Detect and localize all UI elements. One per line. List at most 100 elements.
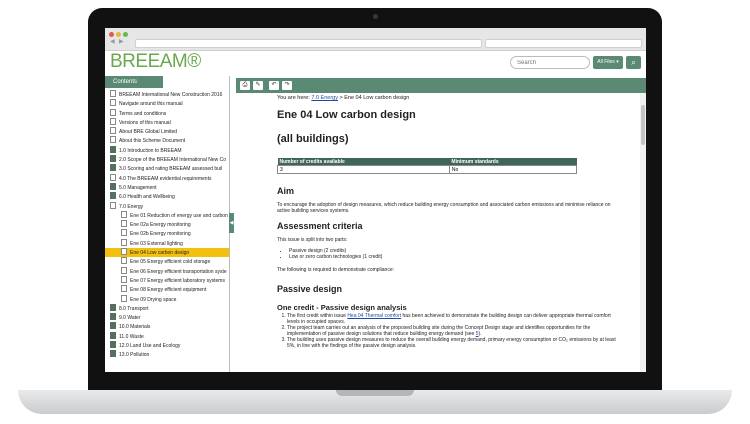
book-icon [110, 303, 116, 311]
hea04-link[interactable]: Hea 04 Thermal comfort [347, 313, 401, 319]
tools-icon[interactable]: ✎ [253, 81, 263, 90]
sidebar-item-label: 11.0 Waste [119, 333, 144, 340]
aim-heading: Aim [277, 186, 295, 196]
page-icon [110, 90, 116, 97]
sidebar-item-label: 9.0 Water [119, 315, 141, 322]
sidebar-item[interactable]: Ene 02b Energy monitoring [105, 229, 229, 238]
sidebar-item[interactable]: Ene 07 Energy efficient laboratory syste… [105, 275, 229, 285]
sidebar-item[interactable]: 1.0 Introduction to BREEAM [105, 145, 229, 155]
table-header: Minimum standards [449, 158, 577, 166]
sidebar-item[interactable]: 4.0 The BREEAM evidential requirements [105, 173, 229, 183]
minimize-window-icon[interactable] [116, 32, 121, 37]
sidebar: Contents BREEAM International New Constr… [105, 76, 230, 372]
list-item: The project team carries out an analysis… [287, 325, 617, 337]
sidebar-item[interactable]: Ene 06 Energy efficient transportation s… [105, 266, 229, 276]
sidebar-item[interactable]: Navigate around this manual [105, 99, 229, 108]
camera-icon [373, 14, 378, 19]
collapse-sidebar-icon[interactable]: ◀ [229, 213, 234, 233]
address-bar[interactable] [135, 39, 482, 48]
sidebar-item-label: Navigate around this manual [119, 101, 183, 108]
sidebar-item[interactable]: About BRE Global Limited [105, 127, 229, 136]
sidebar-item[interactable]: About this Scheme Document [105, 136, 229, 145]
document-content: You are here: 7.0 Energy > Ene 04 Low ca… [236, 93, 640, 372]
sidebar-item-label: Ene 06 Energy efficient transportation s… [130, 268, 227, 275]
forward-icon[interactable]: ↷ [282, 81, 292, 90]
browser-bar: ◀ ▶ [105, 28, 646, 51]
sidebar-item-label: 8.0 Transport [119, 305, 149, 312]
assessment-follow: The following is required to demonstrate… [277, 267, 395, 273]
sidebar-item-label: Ene 02b Energy monitoring [130, 231, 191, 238]
assessment-list: Passive design (2 credits) Low or zero c… [277, 248, 382, 260]
sidebar-item[interactable]: 8.0 Transport [105, 303, 229, 313]
sidebar-item[interactable]: Ene 04 Low carbon design [105, 248, 229, 258]
sidebar-item[interactable]: Ene 01 Reduction of energy use and carbo… [105, 210, 229, 220]
sidebar-item[interactable]: Ene 03 External lighting [105, 238, 229, 248]
page-icon [110, 201, 116, 209]
breadcrumb-link[interactable]: 7.0 Energy [311, 95, 338, 101]
sidebar-item[interactable]: Ene 05 Energy efficient cold storage [105, 257, 229, 266]
page-icon [121, 257, 127, 265]
sidebar-item-label: 6.0 Health and Wellbeing [119, 194, 175, 201]
book-icon [110, 164, 116, 172]
sidebar-item[interactable]: Ene 02a Energy monitoring [105, 220, 229, 229]
contents-tab[interactable]: Contents [105, 76, 163, 88]
page-icon [121, 294, 127, 302]
sidebar-item[interactable]: 11.0 Waste [105, 331, 229, 341]
book-icon [110, 350, 116, 358]
page-icon [110, 108, 116, 116]
all-files-dropdown[interactable]: All Files ▾ [593, 56, 623, 69]
print-icon[interactable]: ⎙ [240, 81, 250, 90]
sidebar-item-label: Ene 09 Drying space [130, 296, 177, 303]
page-icon [121, 238, 127, 246]
page-icon [110, 127, 116, 135]
sidebar-item[interactable]: 5.0 Management [105, 182, 229, 192]
search-input[interactable] [510, 56, 590, 69]
page-icon [121, 266, 127, 274]
assessment-intro: This issue is split into two parts: [277, 237, 348, 243]
sidebar-item-label: 4.0 The BREEAM evidential requirements [119, 175, 212, 182]
sidebar-item-label: Ene 05 Energy efficient cold storage [130, 259, 211, 266]
sidebar-item[interactable]: Ene 09 Drying space [105, 294, 229, 304]
browser-back-icon[interactable]: ◀ [110, 38, 115, 45]
browser-forward-icon[interactable]: ▶ [119, 38, 124, 45]
sidebar-item-label: 5.0 Management [119, 184, 157, 191]
close-window-icon[interactable] [109, 32, 114, 37]
sidebar-item[interactable]: Ene 08 Energy efficient equipment [105, 285, 229, 294]
sidebar-item-label: 3.0 Scoring and rating BREEAM assessed b… [119, 166, 223, 173]
browser-search-field[interactable] [485, 39, 642, 48]
sidebar-item-label: About BRE Global Limited [119, 129, 178, 136]
sidebar-item[interactable]: 10.0 Materials [105, 322, 229, 331]
maximize-window-icon[interactable] [123, 32, 128, 37]
sidebar-item[interactable]: Terms and conditions [105, 108, 229, 118]
page-icon [110, 173, 116, 181]
sidebar-item[interactable]: 7.0 Energy [105, 201, 229, 211]
sidebar-item[interactable]: Versions of this manual [105, 117, 229, 127]
sidebar-item-label: Ene 08 Energy efficient equipment [130, 287, 207, 294]
screen: ◀ ▶ BREEAM® All Files ▾ ⌕ Contents BREEA… [105, 28, 646, 372]
scroll-thumb[interactable] [641, 105, 645, 145]
sidebar-item[interactable]: 3.0 Scoring and rating BREEAM assessed b… [105, 164, 229, 173]
sidebar-item-label: 7.0 Energy [119, 203, 144, 210]
sidebar-item-label: About this Scheme Document [119, 138, 186, 145]
breadcrumb-current: > Ene 04 Low carbon design [339, 95, 410, 101]
back-icon[interactable]: ↶ [269, 81, 279, 90]
sidebar-item-label: Terms and conditions [119, 110, 167, 117]
sidebar-item-label: Ene 02a Energy monitoring [130, 222, 191, 229]
page-subtitle: (all buildings) [277, 133, 349, 145]
content-toolbar: ⎙ ✎ ↶ ↷ [236, 78, 646, 93]
sidebar-item[interactable]: BREEAM International New Construction 20… [105, 90, 229, 99]
breadcrumb-prefix: You are here: [277, 95, 310, 101]
laptop-base [18, 390, 732, 414]
sidebar-item[interactable]: 9.0 Water [105, 313, 229, 322]
content-scrollbar[interactable] [640, 93, 646, 372]
page-icon [121, 220, 127, 228]
sidebar-item[interactable]: 12.0 Land Use and Ecology [105, 341, 229, 350]
list-item: The first credit within issue Hea 04 The… [287, 313, 617, 325]
sidebar-item[interactable]: 13.0 Pollution [105, 350, 229, 359]
search-icon[interactable]: ⌕ [626, 56, 641, 69]
breeam-logo: BREEAM® [110, 51, 201, 72]
sidebar-item[interactable]: 2.0 Scope of the BREEAM International Ne… [105, 155, 229, 164]
sidebar-item[interactable]: 6.0 Health and Wellbeing [105, 192, 229, 201]
sidebar-item-label: 1.0 Introduction to BREEAM [119, 147, 182, 154]
page-icon [121, 229, 127, 237]
